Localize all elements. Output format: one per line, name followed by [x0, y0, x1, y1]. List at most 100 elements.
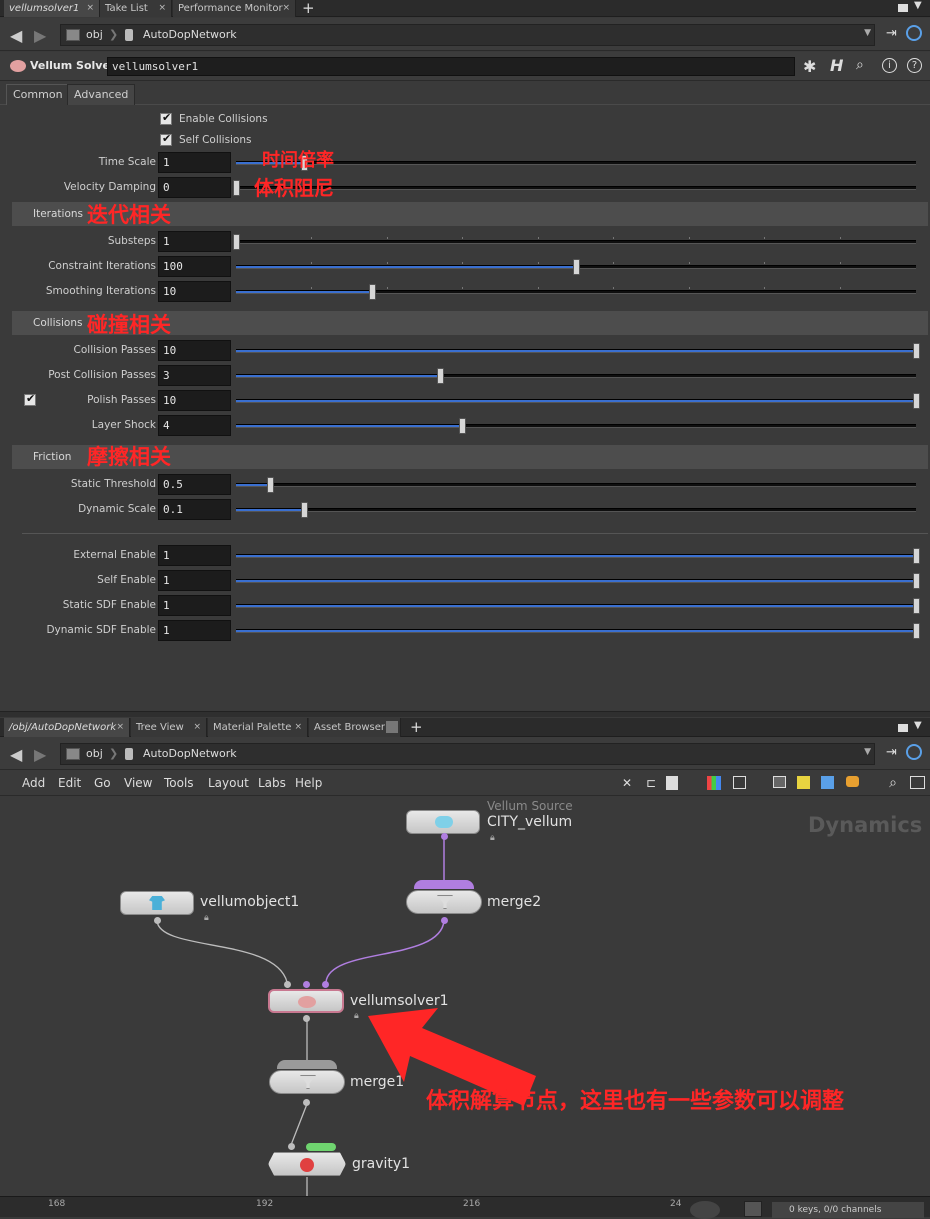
menu-labs[interactable]: Labs: [258, 776, 286, 790]
param-value-field[interactable]: 1: [158, 595, 231, 616]
param-value-field[interactable]: 4: [158, 415, 231, 436]
gear-icon[interactable]: ✱: [803, 57, 816, 76]
slider-handle[interactable]: [459, 418, 467, 434]
close-icon[interactable]: ×: [86, 0, 94, 17]
node-merge1[interactable]: [269, 1070, 345, 1094]
slider-handle[interactable]: [573, 259, 580, 275]
maximize-icon[interactable]: [898, 4, 908, 12]
timeline[interactable]: 168 192 216 24 0 keys, 0/0 channels: [0, 1196, 930, 1219]
back-arrow-icon[interactable]: ◀: [10, 26, 22, 45]
node-merge2[interactable]: [406, 890, 482, 914]
param-value-field[interactable]: 10: [158, 281, 231, 302]
pane-menu-icon[interactable]: ▼: [914, 720, 922, 731]
node-name-field[interactable]: vellumsolver1: [107, 57, 795, 76]
add-tab-icon[interactable]: +: [410, 718, 423, 737]
wrench-icon[interactable]: ✕: [620, 776, 634, 790]
node-vellumobject1[interactable]: [120, 891, 194, 915]
help-h-icon[interactable]: H: [830, 56, 843, 75]
param-slider[interactable]: [233, 234, 916, 250]
path-field[interactable]: obj ❯ AutoDopNetwork ▼: [60, 24, 875, 46]
param-value-field[interactable]: 0: [158, 177, 231, 198]
param-slider[interactable]: [233, 180, 916, 196]
slider-handle[interactable]: [913, 573, 920, 589]
param-slider[interactable]: [236, 368, 916, 384]
close-icon[interactable]: ×: [158, 0, 166, 17]
close-icon[interactable]: ×: [193, 718, 201, 737]
tab-advanced[interactable]: Advanced: [67, 84, 136, 105]
tab-common[interactable]: Common: [6, 84, 70, 105]
output-port[interactable]: [303, 1099, 310, 1106]
merge2-input-bar[interactable]: [414, 880, 474, 889]
scrub-handle[interactable]: [690, 1201, 720, 1219]
input-port[interactable]: [322, 981, 329, 988]
param-slider[interactable]: [236, 155, 916, 171]
param-value-field[interactable]: 1: [158, 570, 231, 591]
menu-go[interactable]: Go: [94, 776, 111, 790]
param-value-field[interactable]: 1: [158, 231, 231, 252]
pane-menu-icon[interactable]: ▼: [914, 0, 922, 11]
node-name[interactable]: vellumobject1: [200, 894, 299, 910]
search-icon[interactable]: ⌕: [856, 57, 864, 73]
param-value-field[interactable]: 1: [158, 620, 231, 641]
add-tab-icon[interactable]: +: [302, 0, 315, 17]
tab-vellumsolver1[interactable]: vellumsolver1 ×: [4, 0, 100, 17]
info-icon[interactable]: i: [882, 58, 897, 73]
param-slider[interactable]: [236, 548, 920, 564]
lock-icon[interactable]: 🔒︎: [490, 833, 495, 843]
pin-icon[interactable]: ⇥: [886, 745, 897, 760]
node-gravity1[interactable]: [268, 1152, 346, 1176]
close-icon[interactable]: [386, 721, 398, 733]
param-value-field[interactable]: 100: [158, 256, 231, 277]
merge1-input-bar[interactable]: [277, 1060, 337, 1069]
tab-take-list[interactable]: Take List ×: [100, 0, 172, 17]
link-icon[interactable]: [906, 744, 922, 760]
chevron-down-icon[interactable]: ▼: [864, 28, 871, 38]
menu-tools[interactable]: Tools: [164, 776, 194, 790]
path-field[interactable]: obj ❯ AutoDopNetwork ▼: [60, 743, 875, 765]
camera-icon[interactable]: [910, 776, 925, 789]
gravity-flag[interactable]: [306, 1143, 336, 1151]
slider-handle[interactable]: [437, 368, 444, 384]
sticky-note-icon[interactable]: [797, 776, 810, 789]
maximize-icon[interactable]: [898, 724, 908, 732]
help-icon[interactable]: ?: [907, 58, 922, 73]
pane-splitter[interactable]: [0, 711, 930, 717]
param-value-field[interactable]: 1: [158, 152, 231, 173]
menu-layout[interactable]: Layout: [208, 776, 249, 790]
pin-icon[interactable]: ⇥: [886, 26, 897, 41]
slider-handle[interactable]: [913, 548, 920, 564]
self-collisions-checkbox[interactable]: [160, 132, 172, 146]
slider-handle[interactable]: [233, 234, 240, 250]
node-vellum-source[interactable]: [406, 810, 480, 834]
node-name[interactable]: merge2: [487, 894, 541, 910]
forward-arrow-icon[interactable]: ▶: [34, 745, 46, 764]
param-slider[interactable]: [236, 259, 916, 275]
enable-collisions-checkbox[interactable]: [160, 111, 172, 125]
breadcrumb-network[interactable]: AutoDopNetwork: [143, 25, 237, 45]
close-icon[interactable]: ×: [116, 718, 124, 737]
param-value-field[interactable]: 0.1: [158, 499, 231, 520]
breadcrumb-network[interactable]: AutoDopNetwork: [143, 744, 237, 764]
menu-help[interactable]: Help: [295, 776, 322, 790]
input-port[interactable]: [284, 981, 291, 988]
param-value-field[interactable]: 10: [158, 340, 231, 361]
close-icon[interactable]: ×: [282, 0, 290, 17]
menu-edit[interactable]: Edit: [58, 776, 81, 790]
tab-tree-view[interactable]: Tree View ×: [131, 718, 207, 737]
param-slider[interactable]: [236, 418, 916, 434]
param-value-field[interactable]: 3: [158, 365, 231, 386]
param-slider[interactable]: [236, 502, 916, 518]
node-name[interactable]: CITY_vellum: [487, 814, 572, 830]
breadcrumb-obj[interactable]: obj: [86, 744, 103, 764]
grid-icon[interactable]: [733, 776, 746, 789]
node-name[interactable]: gravity1: [352, 1156, 410, 1172]
slider-handle[interactable]: [913, 623, 920, 639]
link-icon[interactable]: [906, 25, 922, 41]
network-box-icon[interactable]: [773, 776, 786, 788]
param-slider[interactable]: [236, 598, 920, 614]
slider-handle[interactable]: [913, 343, 920, 359]
forward-arrow-icon[interactable]: ▶: [34, 26, 46, 45]
slider-handle[interactable]: [913, 393, 920, 409]
input-port[interactable]: [288, 1143, 295, 1150]
tree-icon[interactable]: ⊏: [644, 776, 658, 790]
